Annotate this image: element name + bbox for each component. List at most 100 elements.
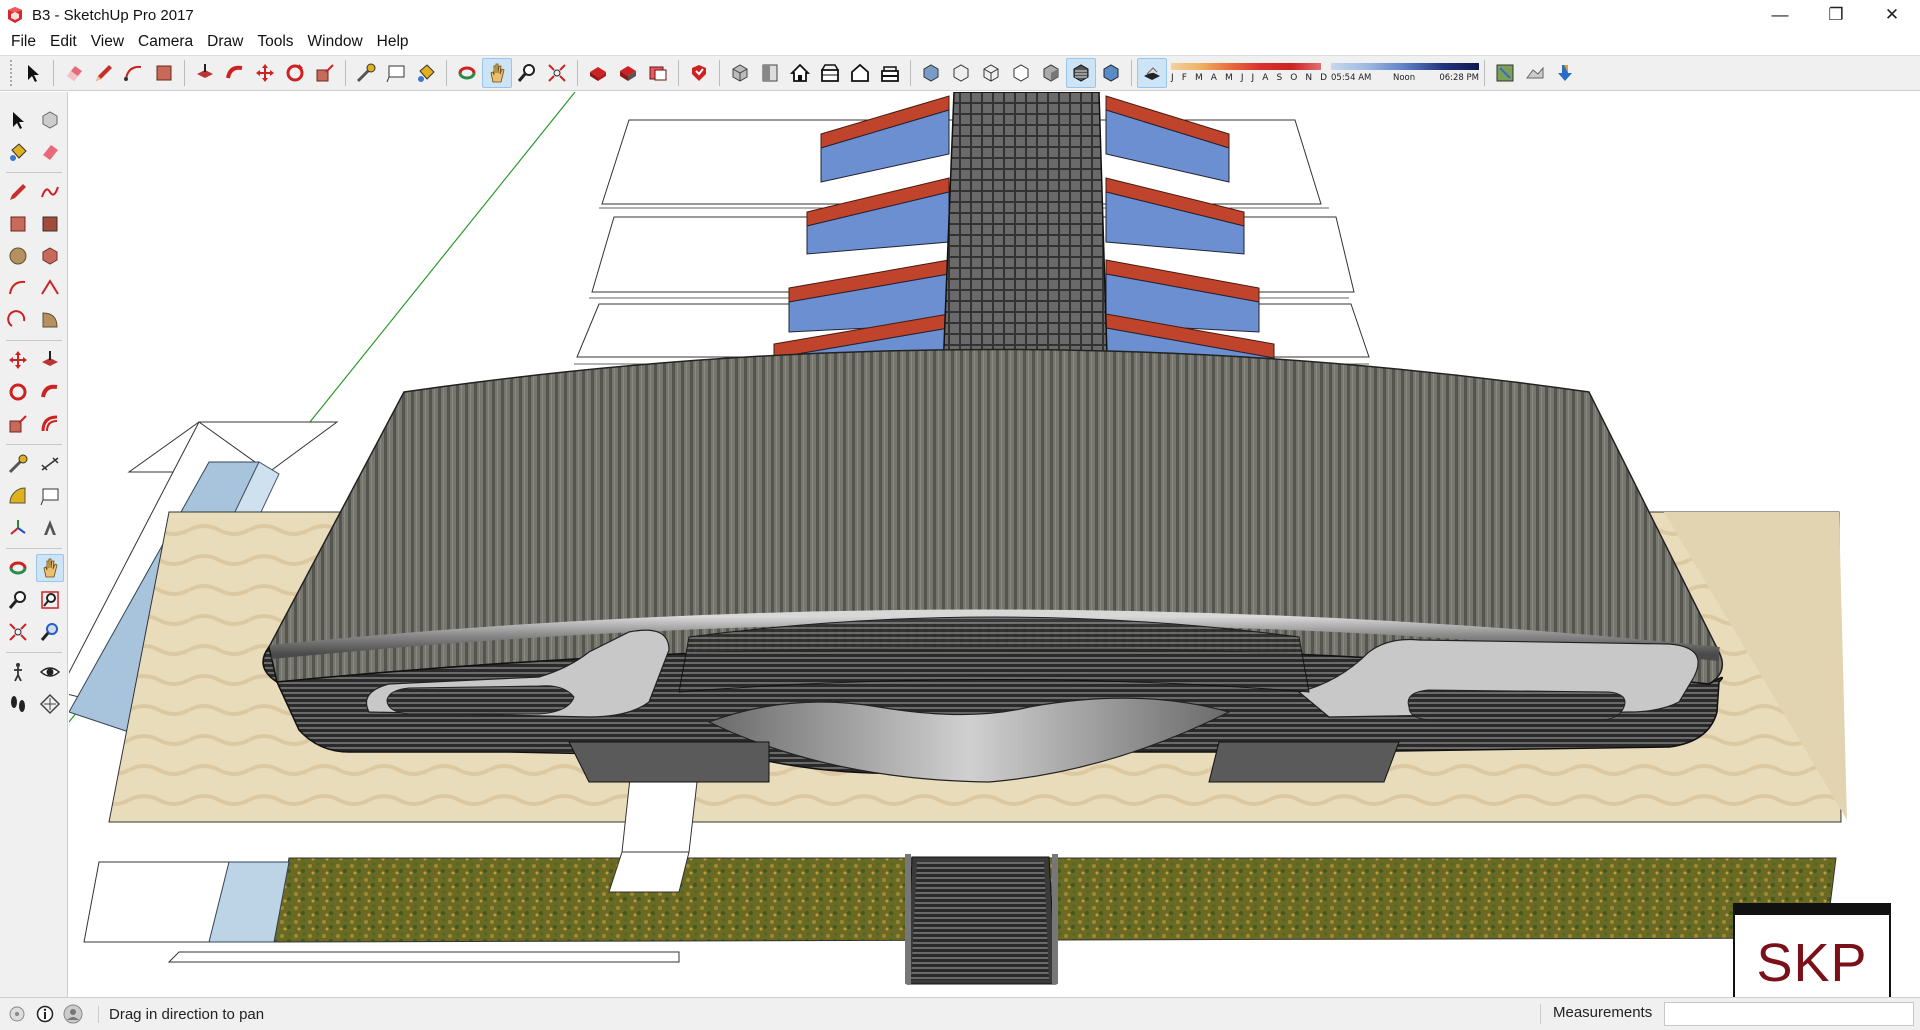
make-component-icon[interactable] [36, 106, 64, 134]
previous-view-tool-icon[interactable] [36, 618, 64, 646]
pencil-icon[interactable] [89, 58, 119, 88]
toolbar-separator [345, 60, 346, 86]
toggle-terrain-icon[interactable] [1520, 58, 1550, 88]
move-icon[interactable] [250, 58, 280, 88]
zoom-extents-tool-icon[interactable] [4, 618, 32, 646]
rotate-icon[interactable] [280, 58, 310, 88]
menu-edit[interactable]: Edit [43, 30, 84, 54]
orbit-tool-icon[interactable] [4, 554, 32, 582]
drawing-viewport[interactable]: SKP [69, 92, 1920, 997]
menu-draw[interactable]: Draw [200, 30, 250, 54]
tape-measure-tool-icon[interactable] [4, 450, 32, 478]
shadow-date-track[interactable] [1171, 63, 1321, 70]
freehand-tool-icon[interactable] [36, 178, 64, 206]
shadows-toggle-icon[interactable] [1137, 58, 1167, 88]
skp-watermark-text: SKP [1756, 933, 1868, 993]
back-view-icon[interactable] [845, 58, 875, 88]
rotated-rectangle-tool-icon[interactable] [36, 210, 64, 238]
iso-view-icon[interactable] [725, 58, 755, 88]
menu-help[interactable]: Help [370, 30, 416, 54]
follow-me-icon[interactable] [220, 58, 250, 88]
three-point-arc-tool-icon[interactable] [4, 306, 32, 334]
pie-tool-icon[interactable] [36, 306, 64, 334]
xray-icon[interactable] [916, 58, 946, 88]
extension-warehouse-icon[interactable] [613, 58, 643, 88]
credits-info-icon[interactable] [34, 1003, 56, 1025]
shaded-textures-icon[interactable] [1066, 58, 1096, 88]
arc-tool-icon[interactable] [4, 274, 32, 302]
select-tool-icon[interactable] [4, 106, 32, 134]
scale-tool-icon[interactable] [4, 410, 32, 438]
position-camera-tool-icon[interactable] [4, 658, 32, 686]
axes-tool-icon[interactable] [4, 514, 32, 542]
right-view-icon[interactable] [815, 58, 845, 88]
extension-manager-icon[interactable] [684, 58, 714, 88]
toolbar-grip[interactable] [10, 60, 14, 86]
zoom-icon[interactable] [512, 58, 542, 88]
paint-bucket-icon[interactable] [411, 58, 441, 88]
3d-warehouse-icon[interactable] [583, 58, 613, 88]
shaded-icon[interactable] [1036, 58, 1066, 88]
push-pull-tool-icon[interactable] [36, 346, 64, 374]
3d-text-tool-icon[interactable] [36, 514, 64, 542]
menu-view[interactable]: View [84, 30, 131, 54]
move-tool-icon[interactable] [4, 346, 32, 374]
left-view-icon[interactable] [875, 58, 905, 88]
menu-window[interactable]: Window [301, 30, 370, 54]
follow-me-tool-icon[interactable] [36, 378, 64, 406]
shadow-time-slider[interactable]: 05:54 AM Noon 06:28 PM [1331, 60, 1479, 86]
back-edges-icon[interactable] [946, 58, 976, 88]
line-tool-icon[interactable] [4, 178, 32, 206]
wireframe-icon[interactable] [976, 58, 1006, 88]
monochrome-icon[interactable] [1096, 58, 1126, 88]
protractor-tool-icon[interactable] [4, 482, 32, 510]
minimize-button[interactable]: — [1752, 0, 1808, 30]
shadow-time-track[interactable] [1331, 63, 1479, 70]
scale-icon[interactable] [310, 58, 340, 88]
select-icon[interactable] [18, 58, 48, 88]
measurements-input[interactable] [1664, 1002, 1914, 1026]
arc-icon[interactable] [119, 58, 149, 88]
photo-textures-icon[interactable] [1550, 58, 1580, 88]
model-scene[interactable] [69, 92, 1920, 997]
top-view-icon[interactable] [755, 58, 785, 88]
polygon-tool-icon[interactable] [36, 242, 64, 270]
look-around-tool-icon[interactable] [36, 658, 64, 686]
eraser-icon[interactable] [59, 58, 89, 88]
rectangle-icon[interactable] [149, 58, 179, 88]
front-view-icon[interactable] [785, 58, 815, 88]
rotate-tool-icon[interactable] [4, 378, 32, 406]
circle-tool-icon[interactable] [4, 242, 32, 270]
menu-camera[interactable]: Camera [131, 30, 200, 54]
two-point-arc-tool-icon[interactable] [36, 274, 64, 302]
offset-tool-icon[interactable] [36, 410, 64, 438]
toolbar-separator [184, 60, 185, 86]
pan-icon[interactable] [482, 58, 512, 88]
section-plane-tool-icon[interactable] [36, 690, 64, 718]
zoom-window-tool-icon[interactable] [36, 586, 64, 614]
pan-tool-icon[interactable] [36, 554, 64, 582]
walk-tool-icon[interactable] [4, 690, 32, 718]
layout-icon[interactable] [643, 58, 673, 88]
push-pull-icon[interactable] [190, 58, 220, 88]
hidden-line-icon[interactable] [1006, 58, 1036, 88]
menu-tools[interactable]: Tools [250, 30, 300, 54]
close-button[interactable]: ✕ [1864, 0, 1920, 30]
tape-measure-icon[interactable] [351, 58, 381, 88]
eraser-tool-icon[interactable] [36, 138, 64, 166]
rectangle-tool-icon[interactable] [4, 210, 32, 238]
zoom-extents-icon[interactable] [542, 58, 572, 88]
orbit-icon[interactable] [452, 58, 482, 88]
menu-file[interactable]: File [4, 30, 43, 54]
restore-button[interactable]: ❐ [1808, 0, 1864, 30]
text-tool-icon[interactable] [36, 482, 64, 510]
dimension-tool-icon[interactable] [36, 450, 64, 478]
paint-bucket-tool-icon[interactable] [4, 138, 32, 166]
window-title: B3 - SketchUp Pro 2017 [32, 6, 194, 24]
zoom-tool-icon[interactable] [4, 586, 32, 614]
add-location-icon[interactable] [1490, 58, 1520, 88]
text-icon[interactable] [381, 58, 411, 88]
geo-location-icon[interactable] [6, 1003, 28, 1025]
user-account-icon[interactable] [62, 1003, 84, 1025]
shadow-date-slider[interactable]: J F M A M J J A S O N D [1171, 60, 1327, 86]
